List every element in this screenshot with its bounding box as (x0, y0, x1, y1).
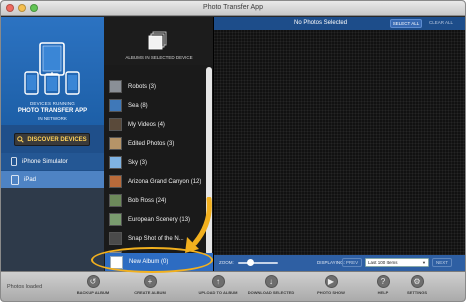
album-item[interactable]: Sea (8) (104, 96, 207, 115)
iphone-icon (11, 157, 17, 166)
backup-icon: ↺ (86, 275, 100, 288)
album-label: Edited Photos (3) (128, 140, 175, 147)
albums-header: ALBUMS IN SELECTED DEVICE (104, 17, 213, 65)
albums-caption: ALBUMS IN SELECTED DEVICE (125, 55, 193, 60)
play-button[interactable]: ▶ PHOTO SHOW (303, 275, 359, 301)
displaying-label: DISPLAYING: (317, 260, 345, 265)
hero-caption-main: PHOTO TRANSFER APP (17, 108, 88, 114)
upload-icon: ↑ (211, 275, 225, 288)
gear-button[interactable]: ⚙ SETTINGS (389, 275, 445, 301)
chevron-down-icon: ▼ (422, 260, 426, 265)
window-title: Photo Transfer App (203, 4, 263, 11)
album-thumbnail (109, 232, 122, 245)
sidebar-empty-area (1, 188, 104, 271)
album-label: Snap Shot of the N... (128, 235, 184, 242)
selection-status: No Photos Selected (294, 20, 348, 26)
download-icon: ↓ (264, 275, 278, 288)
toolbar-button-label: SETTINGS (406, 290, 427, 295)
plus-icon: + (143, 275, 157, 288)
devices-sidebar: DEVICES RUNNING PHOTO TRANSFER APP IN NE… (1, 17, 104, 271)
display-range-value: Last 100 Items (368, 260, 398, 265)
album-label: My Videos (4) (128, 121, 165, 128)
search-icon (17, 136, 24, 143)
album-label: Bob Ross (24) (128, 197, 167, 204)
album-thumbnail (109, 118, 122, 131)
album-thumbnail (109, 213, 122, 226)
album-label: Sea (8) (128, 102, 148, 109)
photos-footer: ZOOM: DISPLAYING: PREV Last 100 Items ▼ … (214, 255, 465, 271)
photos-header: No Photos Selected SELECT ALL CLEAR ALL (214, 17, 465, 30)
ipad-icon (11, 174, 19, 185)
toolbar-button-label: CREATE ALBUM (134, 290, 166, 295)
zoom-slider-handle[interactable] (246, 259, 254, 266)
backup-button[interactable]: ↺ BACKUP ALBUM (65, 275, 121, 301)
bottom-toolbar: Photos loaded ↺ BACKUP ALBUM + CREATE ALBUM… (1, 271, 465, 301)
album-thumbnail (109, 194, 122, 207)
pointer-arrow-icon (185, 197, 212, 253)
hero-caption-bottom: IN NETWORK (38, 116, 67, 121)
toolbar-button-label: PHOTO SHOW (317, 290, 345, 295)
title-bar: Photo Transfer App (1, 1, 465, 16)
next-button[interactable]: NEXT (432, 258, 452, 267)
upload-button[interactable]: ↑ UPLOAD TO ALBUM (190, 275, 246, 301)
device-item-ipad[interactable]: iPad (1, 171, 104, 188)
help-icon: ? (376, 275, 390, 288)
album-item[interactable]: Arizona Grand Canyon (12) (104, 172, 207, 191)
play-icon: ▶ (324, 275, 338, 288)
app-window: Photo Transfer App DEVICES RUNNING PHOTO… (0, 0, 466, 302)
toolbar-button-label: DOWNLOAD SELECTED (247, 290, 295, 295)
album-thumbnail (109, 175, 122, 188)
album-label: Robots (3) (128, 83, 157, 90)
load-status: Photos loaded (7, 284, 43, 290)
devices-illustration-icon (24, 42, 80, 95)
album-thumbnail (109, 80, 122, 93)
album-thumbnail (109, 137, 122, 150)
hero-caption-top: DEVICES RUNNING (29, 101, 75, 106)
display-range-select[interactable]: Last 100 Items ▼ (365, 258, 429, 267)
album-item[interactable]: Sky (3) (104, 153, 207, 172)
device-label: iPhone Simulator (22, 158, 68, 165)
select-all-button[interactable]: SELECT ALL (390, 19, 422, 28)
zoom-slider[interactable] (238, 262, 278, 264)
album-item[interactable]: Robots (3) (104, 77, 207, 96)
album-item[interactable]: Edited Photos (3) (104, 134, 207, 153)
gear-icon: ⚙ (410, 275, 424, 288)
download-button[interactable]: ↓ DOWNLOAD SELECTED (243, 275, 299, 301)
album-thumbnail (109, 156, 122, 169)
plus-button[interactable]: + CREATE ALBUM (122, 275, 178, 301)
toolbar-button-label: BACKUP ALBUM (76, 290, 110, 295)
device-label: iPad (24, 176, 37, 183)
album-item[interactable]: My Videos (4) (104, 115, 207, 134)
discover-devices-label: DISCOVER DEVICES (27, 136, 87, 143)
album-stack-icon (148, 31, 167, 50)
zoom-label: ZOOM: (219, 260, 234, 265)
toolbar-button-label: UPLOAD TO ALBUM (198, 290, 238, 295)
photo-grid[interactable] (214, 30, 465, 255)
devices-hero: DEVICES RUNNING PHOTO TRANSFER APP IN NE… (1, 17, 104, 125)
album-thumbnail (109, 99, 122, 112)
album-label: Arizona Grand Canyon (12) (128, 178, 202, 185)
album-label: Sky (3) (128, 159, 148, 166)
prev-button[interactable]: PREV (342, 258, 362, 267)
discover-devices-button[interactable]: DISCOVER DEVICES (14, 133, 90, 146)
device-item-iphone-simulator[interactable]: iPhone Simulator (1, 153, 104, 170)
clear-all-button[interactable]: CLEAR ALL (425, 19, 457, 28)
